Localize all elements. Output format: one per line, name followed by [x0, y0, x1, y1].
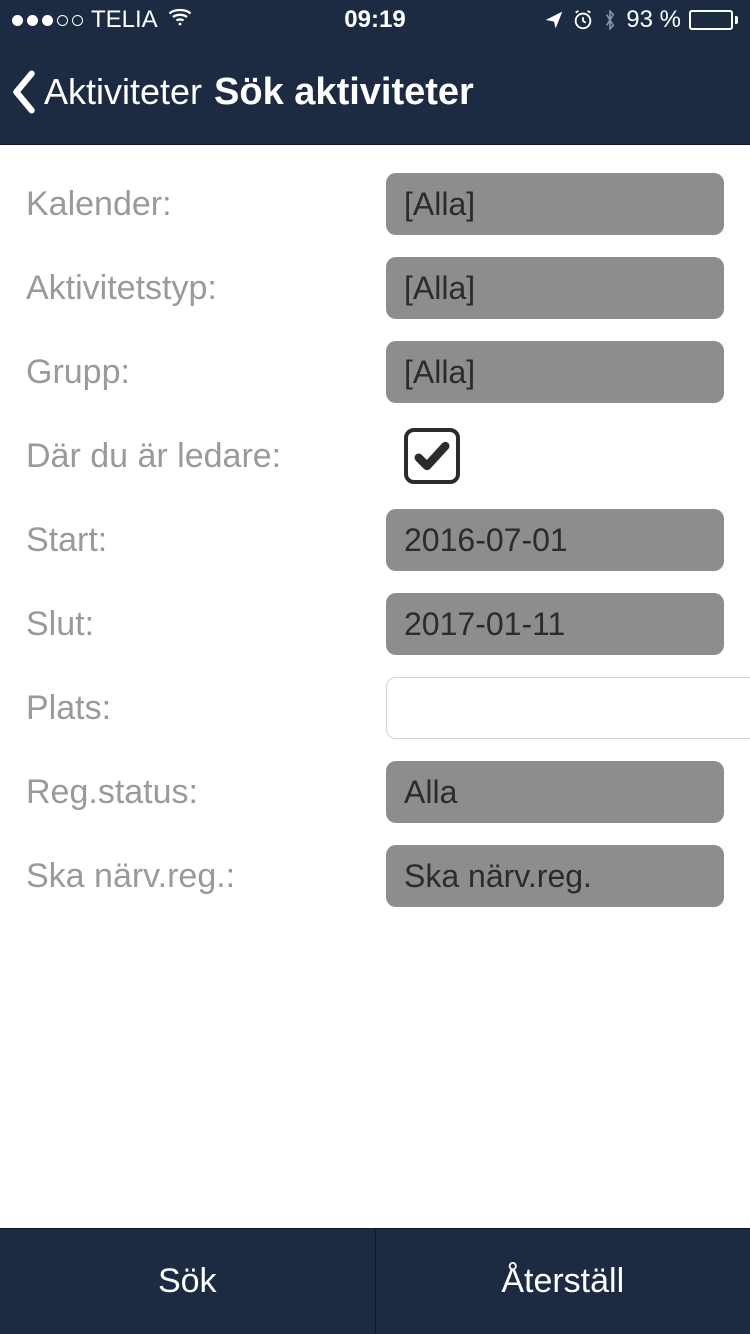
status-left: TELIA: [12, 3, 194, 38]
row-regstatus: Reg.status: Alla: [26, 761, 724, 823]
status-right: 93 %: [544, 6, 738, 34]
page-title: Sök aktiviteter: [214, 71, 474, 114]
select-grupp[interactable]: [Alla]: [386, 341, 724, 403]
label-kalender: Kalender:: [26, 185, 386, 224]
search-button-label: Sök: [158, 1262, 217, 1301]
carrier-label: TELIA: [91, 6, 158, 34]
alarm-icon: [572, 9, 594, 31]
label-grupp: Grupp:: [26, 353, 386, 392]
date-slut[interactable]: 2017-01-11: [386, 593, 724, 655]
label-slut: Slut:: [26, 605, 386, 644]
select-kalender[interactable]: [Alla]: [386, 173, 724, 235]
select-skanarv-value: Ska närv.reg.: [404, 858, 592, 895]
row-grupp: Grupp: [Alla]: [26, 341, 724, 403]
label-plats: Plats:: [26, 689, 386, 728]
label-ledare: Där du är ledare:: [26, 437, 386, 476]
row-start: Start: 2016-07-01: [26, 509, 724, 571]
row-kalender: Kalender: [Alla]: [26, 173, 724, 235]
row-aktivitetstyp: Aktivitetstyp: [Alla]: [26, 257, 724, 319]
battery-icon: [689, 10, 738, 30]
select-skanarv[interactable]: Ska närv.reg.: [386, 845, 724, 907]
signal-strength-icon: [12, 15, 83, 26]
search-button[interactable]: Sök: [0, 1229, 375, 1334]
input-plats[interactable]: [386, 677, 750, 739]
checkbox-ledare[interactable]: [404, 428, 460, 484]
label-aktivitetstyp: Aktivitetstyp:: [26, 269, 386, 308]
reset-button[interactable]: Återställ: [376, 1229, 750, 1334]
select-kalender-value: [Alla]: [404, 186, 475, 223]
row-slut: Slut: 2017-01-11: [26, 593, 724, 655]
select-grupp-value: [Alla]: [404, 354, 475, 391]
bluetooth-icon: [602, 8, 618, 32]
label-skanarv: Ska närv.reg.:: [26, 857, 386, 896]
status-time: 09:19: [344, 6, 405, 34]
row-ledare: Där du är ledare:: [26, 425, 724, 487]
back-label: Aktiviteter: [44, 71, 202, 113]
row-skanarv: Ska närv.reg.: Ska närv.reg.: [26, 845, 724, 907]
back-button[interactable]: Aktiviteter: [10, 69, 202, 115]
check-icon: [412, 436, 452, 476]
date-start-value: 2016-07-01: [404, 522, 568, 559]
search-form: Kalender: [Alla] Aktivitetstyp: [Alla] G…: [0, 145, 750, 907]
wifi-icon: [166, 3, 194, 38]
battery-percentage: 93 %: [626, 6, 681, 34]
date-start[interactable]: 2016-07-01: [386, 509, 724, 571]
label-start: Start:: [26, 521, 386, 560]
bottom-toolbar: Sök Återställ: [0, 1228, 750, 1334]
select-aktivitetstyp-value: [Alla]: [404, 270, 475, 307]
reset-button-label: Återställ: [501, 1262, 624, 1301]
status-bar: TELIA 09:19 93 %: [0, 0, 750, 40]
chevron-left-icon: [10, 69, 38, 115]
select-regstatus-value: Alla: [404, 774, 457, 811]
navigation-bar: Aktiviteter Sök aktiviteter: [0, 40, 750, 145]
date-slut-value: 2017-01-11: [404, 606, 565, 643]
location-icon: [544, 10, 564, 30]
select-aktivitetstyp[interactable]: [Alla]: [386, 257, 724, 319]
select-regstatus[interactable]: Alla: [386, 761, 724, 823]
label-regstatus: Reg.status:: [26, 773, 386, 812]
row-plats: Plats:: [26, 677, 724, 739]
